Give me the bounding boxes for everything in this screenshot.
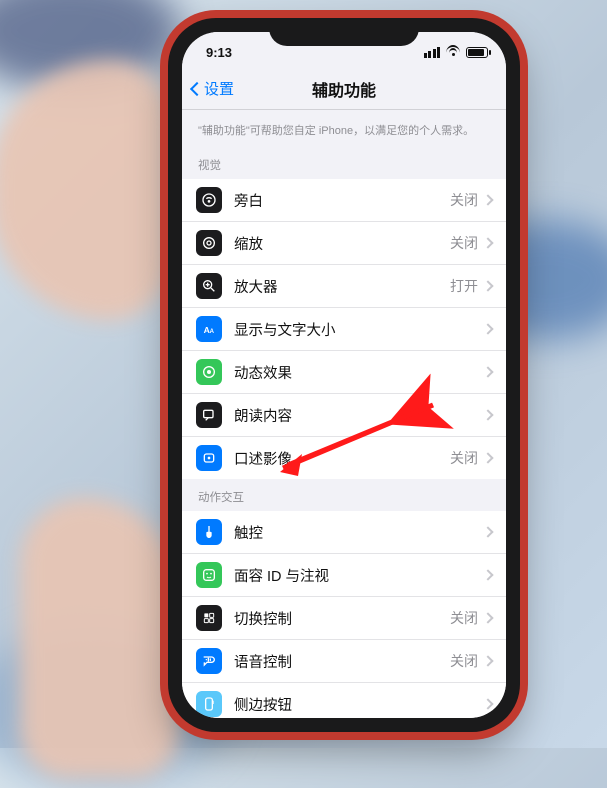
chevron-right-icon xyxy=(482,410,493,421)
iphone-device-frame: 9:13 设置 辅助功能 "辅助功能"可帮助您自定 iPhone，以满足您的个人… xyxy=(168,18,520,732)
chevron-left-icon xyxy=(190,81,204,95)
back-button[interactable]: 设置 xyxy=(188,78,234,99)
chevron-right-icon xyxy=(482,324,493,335)
row-voiceover[interactable]: 旁白 关闭 xyxy=(182,179,506,221)
screen: 9:13 设置 辅助功能 "辅助功能"可帮助您自定 iPhone，以满足您的个人… xyxy=(182,32,506,718)
row-magnifier[interactable]: 放大器 打开 xyxy=(182,264,506,307)
chevron-right-icon xyxy=(482,656,493,667)
notch xyxy=(269,18,419,46)
row-value: 关闭 xyxy=(450,233,478,253)
touch-icon xyxy=(196,519,222,545)
row-label: 动态效果 xyxy=(234,362,484,383)
text-size-icon: AA xyxy=(196,316,222,342)
magnifier-icon xyxy=(196,273,222,299)
row-label: 朗读内容 xyxy=(234,405,484,426)
signal-icon xyxy=(424,47,441,58)
chevron-right-icon xyxy=(482,699,493,710)
section-description: "辅助功能"可帮助您自定 iPhone，以满足您的个人需求。 xyxy=(182,110,506,147)
section-header-vision: 视觉 xyxy=(182,147,506,179)
chevron-right-icon xyxy=(482,527,493,538)
section-header-motor: 动作交互 xyxy=(182,479,506,511)
row-faceid-attention[interactable]: 面容 ID 与注视 xyxy=(182,553,506,596)
battery-icon xyxy=(466,47,488,58)
wifi-icon xyxy=(446,47,460,57)
svg-text:A: A xyxy=(210,329,215,335)
chevron-right-icon xyxy=(482,367,493,378)
settings-scroll[interactable]: "辅助功能"可帮助您自定 iPhone，以满足您的个人需求。 视觉 旁白 关闭 xyxy=(182,110,506,718)
audio-description-icon xyxy=(196,445,222,471)
back-label: 设置 xyxy=(204,78,234,99)
faceid-icon xyxy=(196,562,222,588)
spoken-content-icon xyxy=(196,402,222,428)
chevron-right-icon xyxy=(482,195,493,206)
row-display-text-size[interactable]: AA 显示与文字大小 xyxy=(182,307,506,350)
row-label: 口述影像 xyxy=(234,448,450,469)
voiceover-icon xyxy=(196,187,222,213)
row-label: 显示与文字大小 xyxy=(234,319,484,340)
row-zoom[interactable]: 缩放 关闭 xyxy=(182,221,506,264)
status-indicators xyxy=(424,47,489,58)
row-spoken-content[interactable]: 朗读内容 xyxy=(182,393,506,436)
group-motor: 触控 面容 ID 与注视 切换控制 关闭 xyxy=(182,511,506,718)
row-value: 关闭 xyxy=(450,448,478,468)
status-time: 9:13 xyxy=(206,45,232,60)
row-label: 面容 ID 与注视 xyxy=(234,565,484,586)
row-value: 打开 xyxy=(450,276,478,296)
row-motion[interactable]: 动态效果 xyxy=(182,350,506,393)
row-label: 触控 xyxy=(234,522,484,543)
row-label: 语音控制 xyxy=(234,651,450,672)
side-button-icon xyxy=(196,691,222,717)
voice-control-icon xyxy=(196,648,222,674)
chevron-right-icon xyxy=(482,281,493,292)
group-vision: 旁白 关闭 缩放 关闭 放大器 打开 xyxy=(182,179,506,479)
row-touch[interactable]: 触控 xyxy=(182,511,506,553)
chevron-right-icon xyxy=(482,238,493,249)
chevron-right-icon xyxy=(482,570,493,581)
row-label: 放大器 xyxy=(234,276,450,297)
row-value: 关闭 xyxy=(450,651,478,671)
chevron-right-icon xyxy=(482,613,493,624)
nav-bar: 设置 辅助功能 xyxy=(182,68,506,110)
row-value: 关闭 xyxy=(450,190,478,210)
row-value: 关闭 xyxy=(450,608,478,628)
page-title: 辅助功能 xyxy=(312,77,376,101)
row-audio-descriptions[interactable]: 口述影像 关闭 xyxy=(182,436,506,479)
row-label: 缩放 xyxy=(234,233,450,254)
chevron-right-icon xyxy=(482,453,493,464)
row-voice-control[interactable]: 语音控制 关闭 xyxy=(182,639,506,682)
switch-control-icon xyxy=(196,605,222,631)
row-side-button[interactable]: 侧边按钮 xyxy=(182,682,506,718)
row-label: 旁白 xyxy=(234,190,450,211)
row-switch-control[interactable]: 切换控制 关闭 xyxy=(182,596,506,639)
motion-icon xyxy=(196,359,222,385)
row-label: 切换控制 xyxy=(234,608,450,629)
row-label: 侧边按钮 xyxy=(234,694,484,715)
zoom-icon xyxy=(196,230,222,256)
